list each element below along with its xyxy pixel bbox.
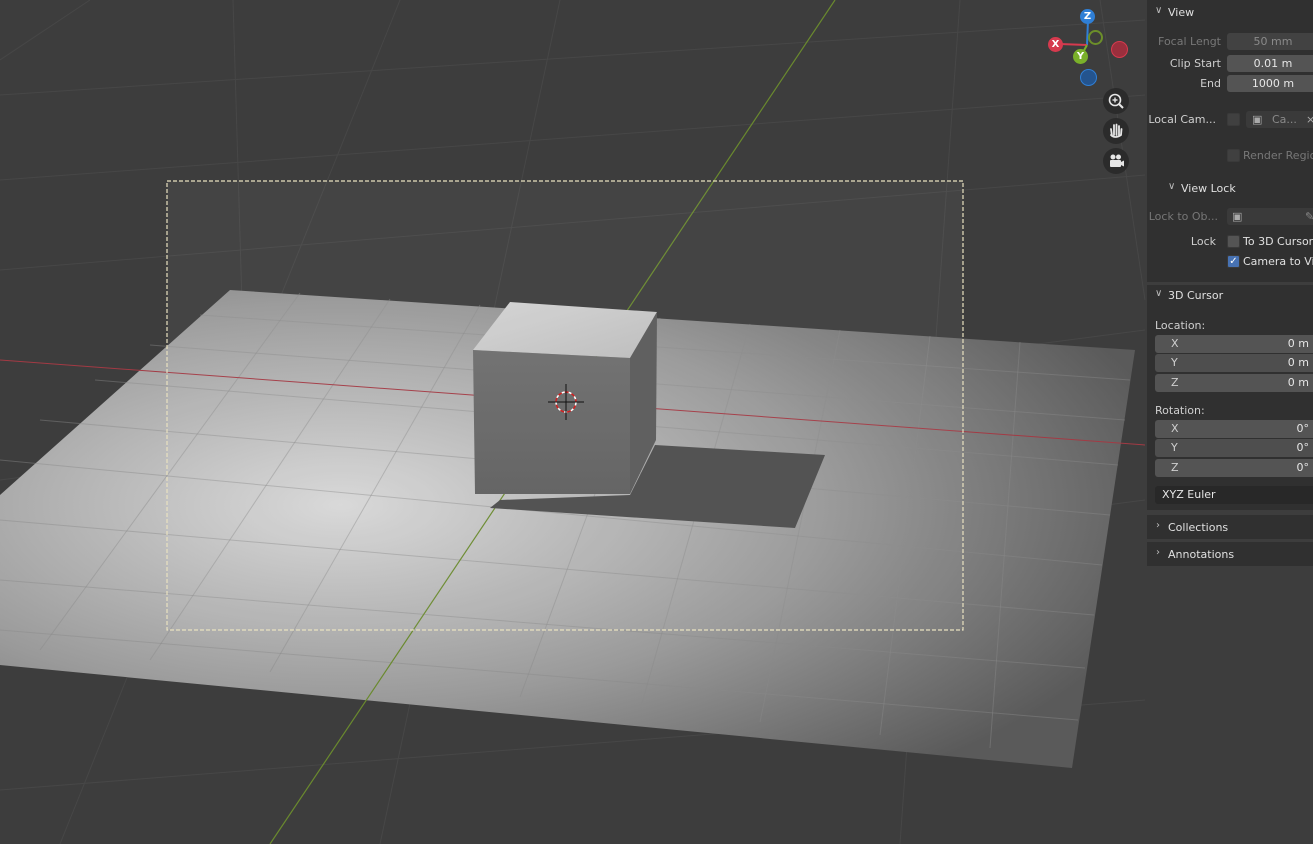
gizmo-z-axis[interactable]: Z	[1080, 9, 1095, 24]
render-region-checkbox[interactable]	[1227, 149, 1240, 162]
axis-label: Y	[1171, 356, 1178, 369]
clip-end-label: End	[1200, 77, 1221, 90]
axis-value: 0°	[1296, 461, 1310, 474]
object-icon: ▣	[1232, 210, 1243, 223]
chevron-down-icon: ∨	[1168, 181, 1176, 192]
axis-value: 0 m	[1287, 337, 1309, 350]
clip-start-label: Clip Start	[1169, 57, 1221, 70]
gizmo-x-axis[interactable]: X	[1048, 37, 1063, 52]
chevron-down-icon: ∨	[1155, 5, 1163, 16]
focal-length-field[interactable]: 50 mm	[1227, 33, 1313, 50]
3d-viewport[interactable]: Z X Y	[0, 0, 1313, 844]
camera-to-view-label: Camera to Vi...	[1243, 255, 1313, 268]
annotations-title: Annotations	[1168, 548, 1235, 561]
focal-length-label: Focal Lengt	[1158, 35, 1221, 48]
zoom-in-icon[interactable]	[1103, 88, 1129, 114]
location-y-field[interactable]: Y 0 m	[1155, 354, 1313, 372]
rotation-mode-value: XYZ Euler	[1162, 488, 1216, 501]
local-camera-checkbox[interactable]	[1227, 113, 1240, 126]
clear-icon[interactable]: ×	[1306, 111, 1313, 128]
view-panel-title: View	[1168, 6, 1195, 19]
camera-frame	[166, 180, 964, 631]
axis-label: X	[1171, 422, 1179, 435]
object-icon: ▣	[1252, 113, 1263, 126]
chevron-down-icon: ∨	[1155, 288, 1163, 299]
rotation-x-field[interactable]: X 0°	[1155, 420, 1313, 438]
lock-label: Lock	[1190, 235, 1216, 248]
hand-glyph	[1110, 123, 1123, 138]
axis-label: Z	[1171, 376, 1179, 389]
sidebar-panel: ∨ View Focal Lengt 50 mm Clip Start 0.01…	[1147, 0, 1313, 844]
rotation-y-field[interactable]: Y 0°	[1155, 439, 1313, 457]
axis-value: 0°	[1296, 441, 1310, 454]
axis-value: 0 m	[1287, 356, 1309, 369]
lock-to-object-label: Lock to Ob...	[1148, 210, 1218, 223]
rotation-z-field[interactable]: Z 0°	[1155, 459, 1313, 477]
collections-panel[interactable]: › Collections	[1147, 515, 1313, 539]
3d-cursor-panel: ∨ 3D Cursor Location: X 0 m Y 0 m Z 0 m Rot…	[1147, 285, 1313, 510]
gizmo-neg-z-axis[interactable]	[1080, 69, 1097, 86]
local-camera-value: Ca...	[1272, 113, 1297, 126]
axis-label: X	[1171, 337, 1179, 350]
location-label: Location:	[1155, 319, 1206, 332]
hand-icon[interactable]	[1103, 118, 1129, 144]
rotation-mode-dropdown[interactable]: XYZ Euler	[1155, 486, 1313, 504]
gizmo-neg-y-axis[interactable]	[1088, 30, 1103, 45]
axis-value: 0°	[1296, 422, 1310, 435]
view-lock-header[interactable]: ∨ View Lock	[1147, 178, 1313, 198]
rotation-label: Rotation:	[1155, 404, 1205, 417]
camera-glyph	[1110, 154, 1124, 167]
local-camera-label: Local Cam...	[1148, 113, 1216, 126]
eyedropper-icon[interactable]: ✎	[1305, 208, 1313, 225]
annotations-panel[interactable]: › Annotations	[1147, 542, 1313, 566]
axis-label: Z	[1171, 461, 1179, 474]
view-panel: ∨ View Focal Lengt 50 mm Clip Start 0.01…	[1147, 0, 1313, 282]
lock-to-3d-cursor-checkbox[interactable]	[1227, 235, 1240, 248]
axis-value: 0 m	[1287, 376, 1309, 389]
3d-cursor-panel-title: 3D Cursor	[1168, 289, 1224, 302]
clip-start-field[interactable]: 0.01 m	[1227, 55, 1313, 72]
collections-title: Collections	[1168, 521, 1229, 534]
axis-label: Y	[1171, 441, 1178, 454]
chevron-right-icon: ›	[1156, 520, 1160, 531]
lock-to-3d-cursor-label: To 3D Cursor	[1243, 235, 1313, 248]
chevron-right-icon: ›	[1156, 547, 1160, 558]
lock-to-object-field[interactable]: ▣ ✎	[1227, 208, 1313, 225]
zoom-in-glyph	[1108, 93, 1124, 109]
camera-icon[interactable]	[1103, 148, 1129, 174]
render-region-label: Render Region	[1243, 149, 1313, 162]
camera-to-view-checkbox[interactable]: ✓	[1227, 255, 1240, 268]
view-panel-header[interactable]: ∨ View	[1147, 2, 1313, 22]
gizmo-y-axis[interactable]: Y	[1073, 49, 1088, 64]
3d-cursor-panel-header[interactable]: ∨ 3D Cursor	[1147, 285, 1313, 305]
clip-end-field[interactable]: 1000 m	[1227, 75, 1313, 92]
gizmo-neg-x-axis[interactable]	[1111, 41, 1128, 58]
location-z-field[interactable]: Z 0 m	[1155, 374, 1313, 392]
local-camera-field[interactable]: ▣ Ca... ×	[1246, 111, 1313, 128]
location-x-field[interactable]: X 0 m	[1155, 335, 1313, 353]
view-lock-title: View Lock	[1181, 182, 1236, 195]
